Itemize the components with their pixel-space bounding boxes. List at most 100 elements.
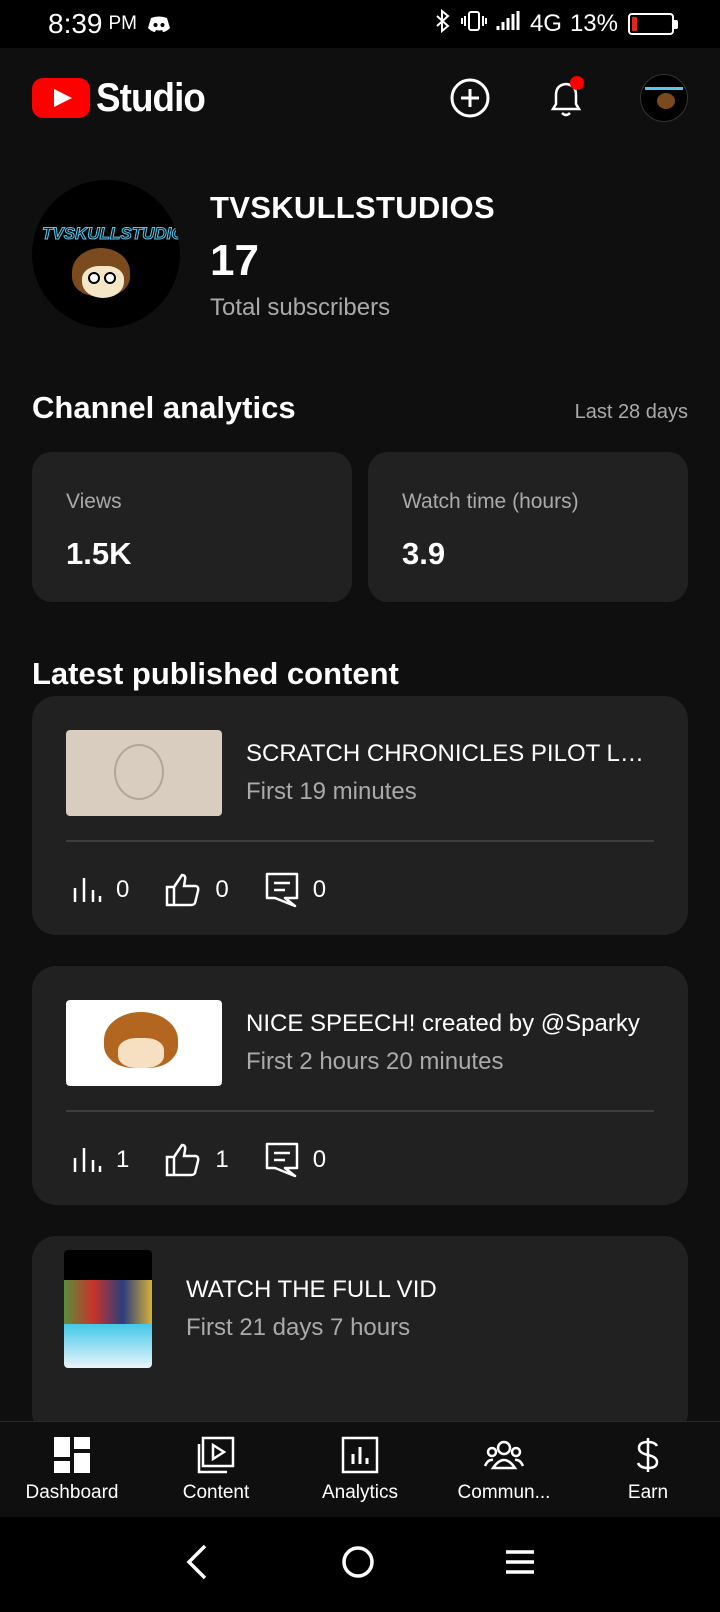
comments-stat: 0 (265, 1142, 326, 1178)
video-thumbnail[interactable] (64, 1250, 152, 1368)
views-stat: 1 (72, 1146, 129, 1174)
thumbs-up-icon (166, 1143, 200, 1177)
nav-analytics[interactable]: Analytics (288, 1422, 432, 1517)
bluetooth-icon (434, 8, 452, 40)
analytics-period: Last 28 days (574, 401, 688, 423)
nav-community[interactable]: Commun... (432, 1422, 576, 1517)
channel-summary: TVSKULLSTUDIOS TVSKULLSTUDIOS 17 Total s… (32, 180, 495, 328)
battery-percent: 13% (569, 10, 618, 37)
create-button[interactable] (448, 76, 492, 120)
system-navigation (0, 1517, 720, 1612)
avatar-face (657, 93, 675, 109)
analytics-cards: Views 1.5K Watch time (hours) 3.9 (32, 452, 688, 602)
comment-icon (265, 872, 298, 908)
video-thumbnail[interactable] (66, 1000, 222, 1086)
nav-dashboard[interactable]: Dashboard (0, 1422, 144, 1517)
discord-icon (147, 8, 171, 40)
latest-content-title: Latest published content (32, 656, 399, 691)
avatar-eye (104, 272, 116, 284)
channel-meta: TVSKULLSTUDIOS 17 Total subscribers (210, 190, 495, 328)
views-card[interactable]: Views 1.5K (32, 452, 352, 602)
bottom-navigation: Dashboard Content Analytics Commun... Ea… (0, 1421, 720, 1517)
youtube-play-icon (32, 78, 90, 118)
channel-avatar[interactable]: TVSKULLSTUDIOS (32, 180, 180, 328)
subscriber-count: 17 (210, 236, 259, 285)
add-circle-icon (450, 78, 490, 118)
likes-stat: 1 (165, 1143, 229, 1177)
nav-label: Content (182, 1482, 250, 1503)
recents-button[interactable] (503, 1547, 537, 1582)
bar-chart-icon (73, 878, 102, 902)
stat-label: Views (66, 490, 122, 513)
avatar-banner (645, 87, 683, 90)
back-button[interactable] (183, 1544, 213, 1585)
stat-label: Watch time (hours) (402, 490, 579, 513)
channel-name: TVSKULLSTUDIOS (210, 190, 495, 225)
home-button[interactable] (340, 1544, 376, 1585)
comment-icon (265, 1142, 298, 1178)
avatar-eye (88, 272, 100, 284)
battery-level (632, 17, 637, 31)
studio-logo[interactable]: Studio (32, 76, 214, 121)
likes-count: 1 (215, 1146, 229, 1173)
battery-icon (628, 13, 678, 35)
dashboard-icon (54, 1437, 90, 1473)
network-type: 4G (529, 10, 562, 37)
menu-icon (505, 1550, 534, 1574)
notifications-button[interactable] (544, 76, 588, 120)
video-stats: 1 1 0 (32, 1112, 688, 1205)
avatar-face (82, 266, 124, 298)
nav-content[interactable]: Content (144, 1422, 288, 1517)
app-header: Studio (0, 48, 720, 148)
likes-stat: 0 (165, 873, 229, 907)
nav-label: Earn (627, 1482, 669, 1503)
analytics-title: Channel analytics (32, 390, 296, 425)
comments-count: 0 (312, 1146, 327, 1173)
account-avatar[interactable] (640, 74, 688, 122)
earn-icon (636, 1438, 659, 1472)
bar-chart-icon (73, 1148, 102, 1172)
vibrate-icon (460, 10, 488, 39)
content-icon (197, 1436, 235, 1474)
content-card[interactable]: SCRATCH CHRONICLES PILOT LEAKED First 19… (32, 696, 688, 935)
thumbs-up-icon (166, 873, 200, 907)
stat-value: 3.9 (402, 536, 446, 571)
notification-dot (570, 76, 584, 90)
nav-label: Dashboard (25, 1482, 119, 1503)
comments-stat: 0 (265, 872, 326, 908)
status-right: 4G 13% (434, 8, 678, 40)
back-icon (186, 1544, 207, 1580)
likes-count: 0 (215, 876, 229, 903)
video-period: First 2 hours 20 minutes (246, 1048, 504, 1075)
video-title: WATCH THE FULL VID (186, 1276, 437, 1303)
content-card[interactable]: WATCH THE FULL VID First 21 days 7 hours (32, 1236, 688, 1436)
views-count: 0 (116, 876, 130, 903)
video-stats: 0 0 0 (32, 842, 688, 935)
community-icon (483, 1440, 525, 1470)
nav-earn[interactable]: Earn (576, 1422, 720, 1517)
subscriber-label: Total subscribers (210, 294, 391, 321)
analytics-header: Channel analytics Last 28 days (32, 390, 688, 426)
signal-icon (496, 10, 522, 39)
app-name: Studio (96, 75, 206, 120)
watch-time-card[interactable]: Watch time (hours) 3.9 (368, 452, 688, 602)
content-card[interactable]: NICE SPEECH! created by @Sparky First 2 … (32, 966, 688, 1205)
comments-count: 0 (312, 876, 327, 903)
video-title: SCRATCH CHRONICLES PILOT LEAKED (246, 740, 654, 767)
stat-value: 1.5K (66, 536, 132, 571)
video-period: First 21 days 7 hours (186, 1314, 411, 1341)
nav-label: Analytics (321, 1482, 399, 1503)
status-bar: 8:39 PM 4G 13% (0, 0, 720, 48)
video-title: NICE SPEECH! created by @Sparky (246, 1010, 640, 1037)
nav-label: Commun... (457, 1482, 551, 1503)
status-ampm: PM (108, 13, 138, 34)
status-time: 8:39 (48, 8, 103, 39)
channel-avatar-text: TVSKULLSTUDIOS (42, 224, 181, 244)
home-icon (342, 1546, 374, 1578)
status-left: 8:39 PM (48, 8, 171, 40)
video-period: First 19 minutes (246, 778, 417, 805)
views-stat: 0 (72, 876, 129, 904)
analytics-icon (341, 1436, 379, 1474)
views-count: 1 (116, 1146, 130, 1173)
video-thumbnail[interactable] (66, 730, 222, 816)
